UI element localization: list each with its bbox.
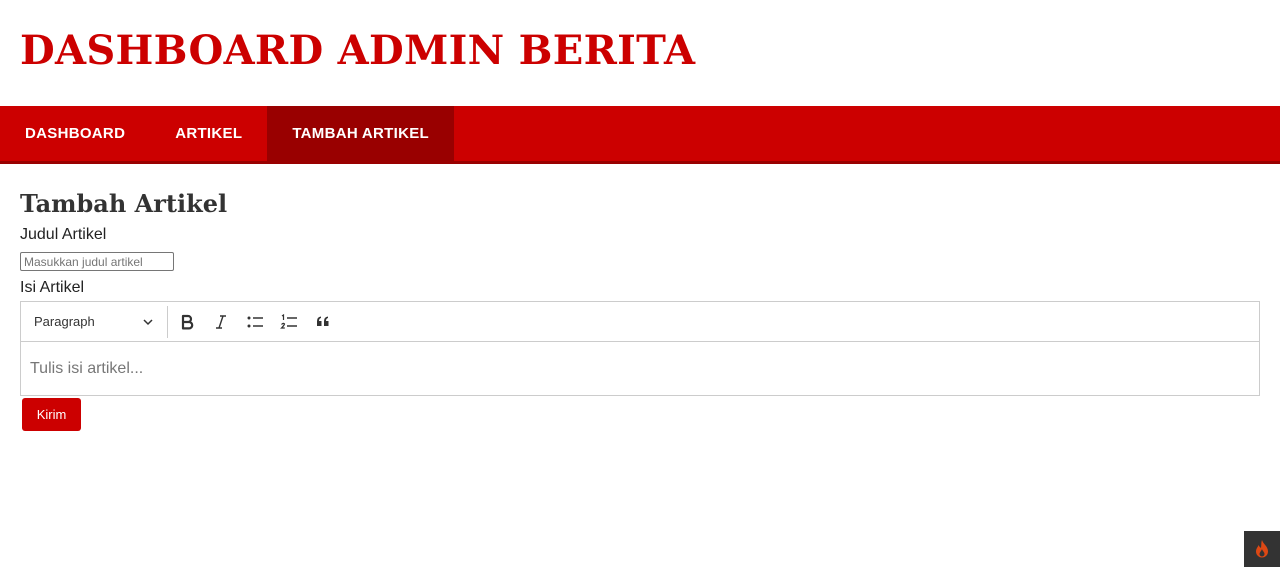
italic-icon (216, 314, 226, 329)
nav-item-artikel[interactable]: ARTIKEL (150, 106, 267, 161)
nav-item-dashboard[interactable]: DASHBOARD (0, 106, 150, 161)
heading-dropdown[interactable]: Paragraph (25, 307, 161, 337)
page-title: Tambah Artikel (20, 189, 228, 218)
flame-icon (1256, 540, 1268, 558)
block-quote-icon (317, 316, 329, 326)
main-content: Tambah Artikel Judul Artikel Isi Artikel… (0, 189, 1280, 431)
bulleted-list-button[interactable] (240, 307, 270, 337)
site-title: DASHBOARD ADMIN BERITA (20, 27, 696, 74)
title-input[interactable] (20, 252, 174, 271)
block-quote-button[interactable] (308, 307, 338, 337)
rich-text-editor: Paragraph Tulis isi artikel... (20, 301, 1260, 396)
toolbar-separator (167, 305, 168, 338)
numbered-list-button[interactable] (274, 307, 304, 337)
editor-placeholder: Tulis isi artikel... (30, 360, 144, 377)
submit-button[interactable]: Kirim (22, 398, 81, 431)
bold-icon (181, 314, 194, 329)
body-field-label: Isi Artikel (20, 279, 85, 296)
nav-item-tambah-artikel[interactable]: TAMBAH ARTIKEL (267, 106, 454, 161)
debug-toolbar-toggle[interactable] (1244, 531, 1280, 567)
editor-content-area[interactable]: Tulis isi artikel... (21, 342, 1259, 395)
heading-dropdown-value: Paragraph (34, 314, 95, 329)
site-header: DASHBOARD ADMIN BERITA (0, 0, 1280, 106)
title-field-label: Judul Artikel (20, 226, 107, 243)
numbered-list-icon (280, 313, 297, 329)
main-navbar: DASHBOARD ARTIKEL TAMBAH ARTIKEL (0, 106, 1280, 164)
bulleted-list-icon (247, 316, 263, 327)
chevron-down-icon (143, 318, 153, 325)
bold-button[interactable] (172, 307, 202, 337)
italic-button[interactable] (206, 307, 236, 337)
editor-toolbar: Paragraph (21, 302, 1259, 342)
